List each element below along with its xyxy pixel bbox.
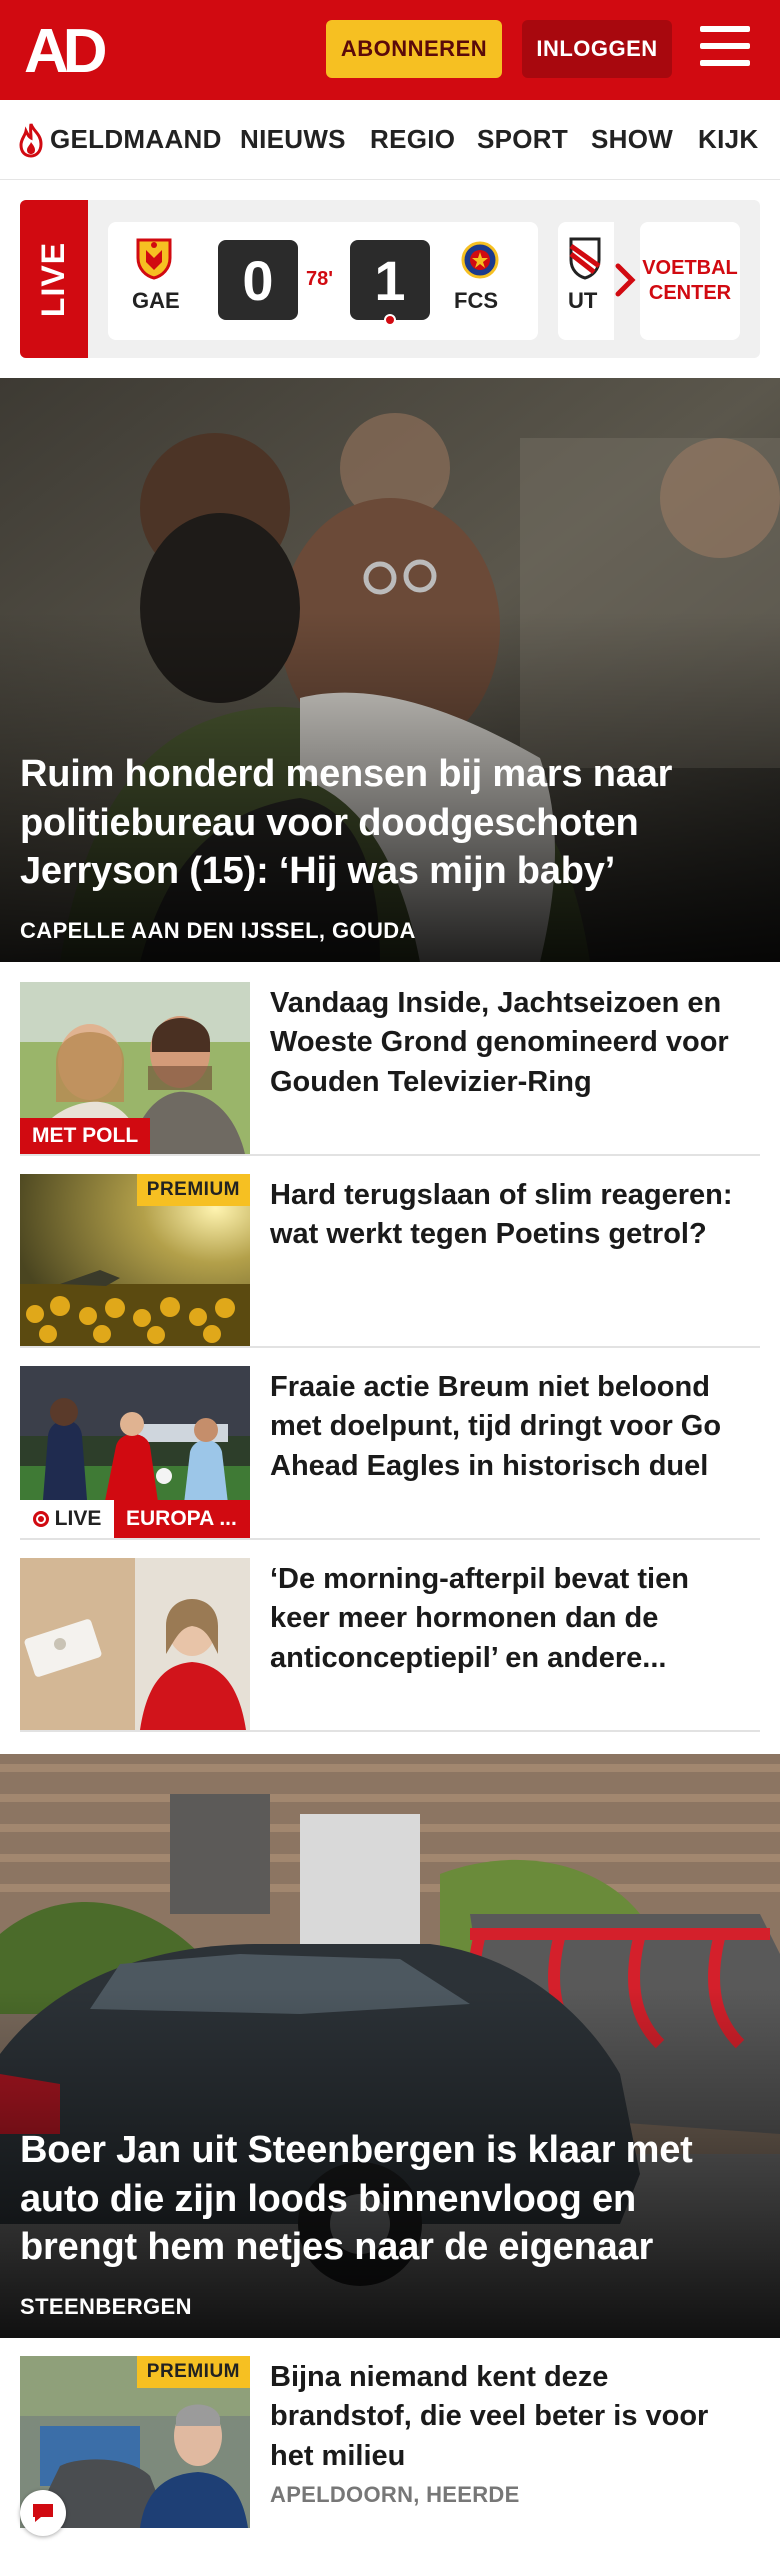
nav-item-geldmaand[interactable]: GELDMAAND (50, 124, 222, 155)
article-title: Bijna niemand kent deze brandstof, die v… (270, 2361, 709, 2472)
ad-logo[interactable]: AD (24, 22, 120, 78)
match-minute: 78' (306, 268, 334, 290)
flame-icon (19, 123, 43, 158)
hero-title-2: Boer Jan uit Steenbergen is klaar met au… (20, 2129, 693, 2269)
article-thumb: LIVE EUROPA ... (20, 1366, 250, 1538)
login-button[interactable]: INLOGGEN (522, 20, 672, 78)
goal-indicator (384, 314, 396, 326)
hero-article-2[interactable]: Boer Jan uit Steenbergen is klaar met au… (0, 1754, 780, 2338)
main-nav: GELDMAAND NIEUWS REGIO SPORT SHOW KIJK (0, 100, 780, 180)
vc-line-1: VOETBAL (642, 257, 738, 279)
fcsb-crest-icon (461, 241, 499, 279)
article-title: Hard terugslaan of slim reageren: wat we… (270, 1179, 733, 1251)
article-title: ‘De morning-afterpil bevat tien keer mee… (270, 1563, 689, 1674)
fc-utrecht-crest-icon (569, 237, 601, 280)
article-item-premium-2[interactable]: PREMIUM Bijna niemand kent deze brandsto… (20, 2338, 760, 2548)
away-team-code: FCS (454, 288, 498, 313)
article-location: APELDOORN, HEERDE (270, 2482, 520, 2507)
home-score: 0 (218, 240, 298, 320)
vc-line-2: CENTER (648, 282, 732, 304)
article-thumb: PREMIUM (20, 1174, 250, 1346)
next-team-code: UT (568, 288, 598, 313)
site-header: AD ABONNEREN INLOGGEN (0, 0, 780, 100)
nav-item-nieuws[interactable]: NIEUWS (240, 124, 346, 155)
nav-item-regio[interactable]: REGIO (370, 124, 455, 155)
svg-text:AD: AD (24, 22, 106, 78)
chat-button[interactable] (20, 2490, 66, 2536)
hero-location-1: CAPELLE AAN DEN IJSSEL, GOUDA (20, 918, 416, 943)
article-item-poll[interactable]: MET POLL Vandaag Inside, Jachtseizoen en… (20, 964, 760, 1156)
hero-title-1: Ruim honderd mensen bij mars naar politi… (20, 753, 673, 893)
poll-tag: MET POLL (20, 1118, 151, 1154)
next-match-card[interactable]: UT (558, 222, 614, 340)
home-team-code: GAE (132, 288, 180, 313)
nav-item-sport[interactable]: SPORT (477, 124, 568, 155)
chevron-right-icon[interactable] (610, 260, 640, 300)
article-thumb (20, 1558, 250, 1730)
chat-bubble-icon (33, 2504, 53, 2522)
premium-tag: PREMIUM (136, 1174, 250, 1206)
go-ahead-eagles-crest-icon (136, 238, 172, 280)
premium-tag: PREMIUM (136, 2356, 250, 2388)
hero-article-1[interactable]: Ruim honderd mensen bij mars naar politi… (0, 378, 780, 962)
live-badge: LIVE (20, 200, 88, 358)
voetbal-center-link[interactable]: VOETBAL CENTER (640, 222, 740, 340)
article-item-live[interactable]: LIVE EUROPA ... Fraaie actie Breum niet … (20, 1348, 760, 1540)
live-scores-strip: LIVE GAE 0 78' 1 FCS UT VOETBAL CENTER (20, 200, 760, 358)
live-match-card[interactable]: GAE 0 78' 1 FCS (108, 222, 538, 340)
category-tag: EUROPA ... (114, 1500, 250, 1538)
pill-interview-photo (20, 1558, 250, 1730)
article-thumb: MET POLL (20, 982, 250, 1154)
article-title: Fraaie actie Breum niet beloond met doel… (270, 1371, 722, 1482)
hero-location-2: STEENBERGEN (20, 2294, 192, 2319)
article-item-premium[interactable]: PREMIUM Hard terugslaan of slim reageren… (20, 1156, 760, 1348)
away-score: 1 (350, 240, 430, 320)
article-title: Vandaag Inside, Jachtseizoen en Woeste G… (270, 987, 729, 1098)
nav-item-kijk[interactable]: KIJK (698, 124, 758, 155)
article-item-plain[interactable]: ‘De morning-afterpil bevat tien keer mee… (20, 1540, 760, 1732)
live-tag: LIVE (20, 1500, 114, 1538)
hamburger-menu-icon[interactable] (700, 26, 752, 72)
nav-item-show[interactable]: SHOW (591, 124, 673, 155)
subscribe-button[interactable]: ABONNEREN (326, 20, 502, 78)
live-dot-icon (32, 1511, 49, 1527)
